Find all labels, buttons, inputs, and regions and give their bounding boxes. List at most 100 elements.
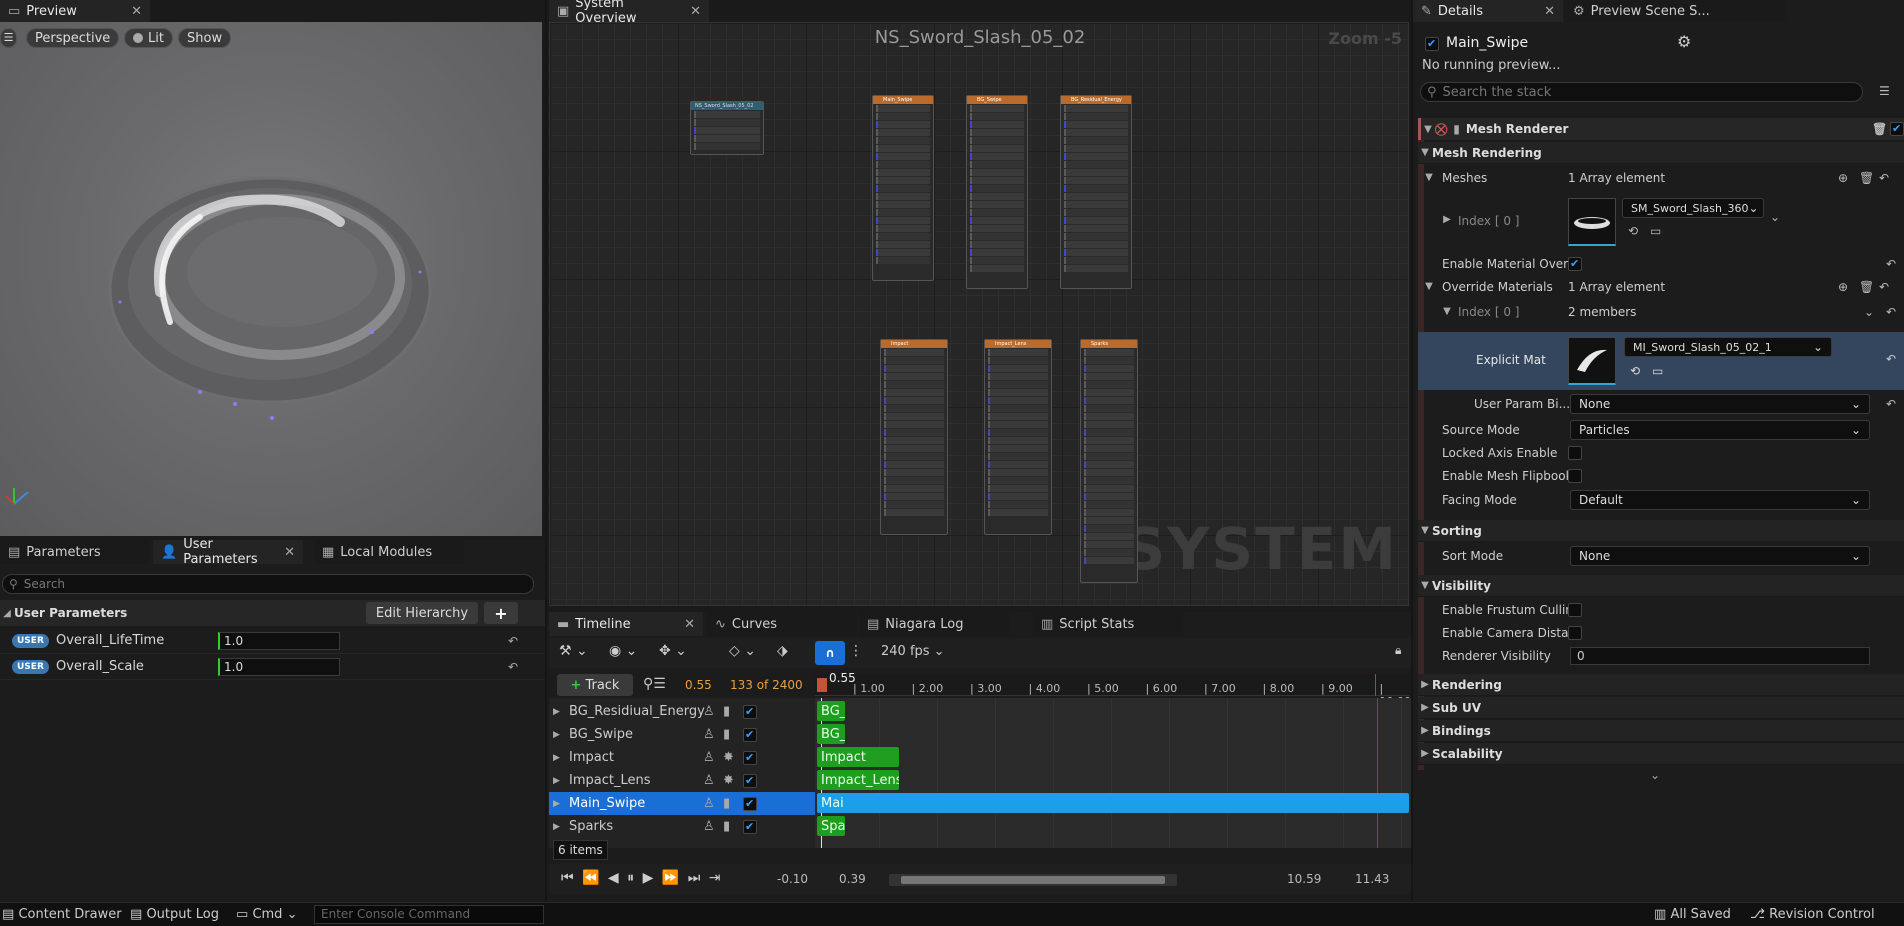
close-icon[interactable]: ✕ — [690, 4, 701, 19]
material-thumbnail[interactable] — [1568, 337, 1616, 385]
track-enabled-checkbox[interactable] — [743, 704, 757, 719]
emitter-node-impact-lens[interactable]: Impact_Lens — [984, 339, 1052, 535]
reset-icon[interactable]: ↶ — [1879, 280, 1889, 294]
track-enabled-checkbox[interactable] — [743, 796, 757, 811]
expand-arrow-icon[interactable]: ▶ — [553, 799, 560, 809]
track-enabled-checkbox[interactable] — [743, 819, 757, 834]
tab-script-stats[interactable]: ▥ Script Stats — [1033, 612, 1183, 636]
content-drawer-button[interactable]: ▤ Content Drawer — [2, 907, 122, 922]
collapse-arrow-icon[interactable]: ▼ — [1440, 306, 1454, 317]
timeline-track-row[interactable]: ▶ Sparks ♙ ▮ — [549, 815, 815, 838]
chevron-down-icon[interactable]: ⌄ — [1864, 305, 1874, 319]
reset-icon[interactable]: ↶ — [1879, 171, 1889, 185]
param-value-field[interactable]: 1.0 — [218, 631, 340, 650]
reset-icon[interactable]: ↶ — [1886, 352, 1896, 366]
person-icon[interactable]: ♙ — [703, 819, 715, 834]
emitter-node-main-swipe[interactable]: Main_Swipe — [872, 95, 934, 281]
param-search-input[interactable]: ⚲ Search — [2, 574, 534, 594]
timeline-track-row[interactable]: ▶ Impact ♙ ✸ — [549, 746, 815, 769]
expand-arrow-icon[interactable]: ▶ — [553, 822, 560, 832]
tab-user-parameters[interactable]: 👤 User Parameters ✕ — [153, 537, 303, 567]
person-icon[interactable]: ♙ — [703, 796, 715, 811]
timeline-track-row[interactable]: ▶ Impact_Lens ♙ ✸ — [549, 769, 815, 792]
emitter-timeline-bar[interactable]: Spa — [817, 816, 845, 836]
track-enabled-checkbox[interactable] — [743, 773, 757, 788]
param-row[interactable]: USER Overall_Scale 1.0 ↶ — [0, 654, 545, 680]
expand-arrow-icon[interactable]: ▶ — [553, 730, 560, 740]
track-enabled-checkbox[interactable] — [743, 727, 757, 742]
tab-preview[interactable]: ▭ Preview ✕ — [0, 0, 150, 22]
lit-button[interactable]: Lit — [124, 28, 173, 48]
transform-icon[interactable]: ✥ ⌄ — [659, 643, 687, 659]
current-time[interactable]: 0.55 — [685, 678, 712, 692]
timeline-scrollbar[interactable] — [889, 874, 1177, 886]
tab-preview-scene-settings[interactable]: ⚙ Preview Scene S... — [1565, 0, 1785, 22]
renderer-icon[interactable]: ▮ — [723, 704, 730, 719]
folder-icon[interactable]: ▭ — [1650, 224, 1661, 238]
delete-icon[interactable]: 🗑︎ — [1872, 122, 1887, 136]
revision-control-button[interactable]: ⎇ Revision Control — [1750, 907, 1875, 922]
transport-controls-icon[interactable]: ⏮ ⏪ ◀ ⏸ ▶ ⏩ ⏭ ⇥ — [561, 870, 722, 886]
bindings-section[interactable]: ▶ Bindings — [1418, 720, 1904, 742]
scrollbar-thumb[interactable] — [901, 876, 1165, 884]
mesh-asset-dropdown[interactable]: SM_Sword_Slash_360 ⌄ — [1622, 198, 1764, 218]
chevron-down-icon[interactable]: ⌄ — [1770, 210, 1780, 224]
emitter-timeline-bar[interactable]: Mai — [817, 793, 1409, 813]
tab-parameters[interactable]: ▤ Parameters — [0, 540, 150, 564]
view-end[interactable]: 10.59 — [1287, 872, 1321, 886]
emitter-enabled-checkbox[interactable] — [1425, 37, 1439, 51]
time-ruler[interactable]: 0.55 | 1.00 | 2.00 | 3.00 | 4.00 | 5.00 | 6.0… — [815, 671, 1411, 708]
output-log-button[interactable]: ▤ Output Log — [130, 907, 219, 922]
renderer-icon[interactable]: ✸ — [723, 750, 734, 765]
reset-icon[interactable]: ↶ — [508, 634, 518, 648]
collapse-arrow-icon[interactable]: ◢ — [0, 608, 14, 619]
filter-search-icon[interactable]: ⚲☰ — [643, 676, 666, 692]
renderer-icon[interactable]: ✸ — [723, 773, 734, 788]
eye-icon[interactable]: ◉ ⌄ — [609, 643, 637, 659]
more-icon[interactable]: ⋮ — [849, 643, 863, 659]
sort-mode-dropdown[interactable]: None ⌄ — [1570, 545, 1870, 566]
console-input[interactable]: Enter Console Command — [314, 905, 544, 924]
renderer-enabled-checkbox[interactable] — [1890, 122, 1904, 136]
close-icon[interactable]: ✕ — [284, 545, 295, 560]
expand-arrow-icon[interactable]: ▶ — [553, 776, 560, 786]
auto-key-icon[interactable]: ⬗ — [777, 643, 788, 659]
collapse-arrow-icon[interactable]: ▼ — [1421, 124, 1435, 135]
collapse-arrow-icon[interactable]: ▼ — [1422, 281, 1436, 292]
add-parameter-button[interactable]: + — [484, 602, 518, 624]
material-asset-dropdown[interactable]: MI_Sword_Slash_05_02_1 ⌄ — [1624, 337, 1832, 357]
mesh-thumbnail[interactable] — [1568, 198, 1616, 246]
timeline-track-row[interactable]: ▶ BG_Residiual_Energy ♙ ▮ — [549, 700, 815, 723]
emitter-node-bg-swipe[interactable]: BG_Swipe — [966, 95, 1028, 289]
expand-arrow-icon[interactable]: ▶ — [1440, 214, 1454, 225]
expand-arrow-icon[interactable]: ▶ — [1418, 702, 1432, 713]
emitter-timeline-bar[interactable]: Impact — [817, 747, 899, 767]
renderer-visibility-field[interactable]: 0 — [1570, 646, 1870, 665]
visibility-section[interactable]: ▼ Visibility — [1418, 575, 1904, 597]
viewport-options-button[interactable]: ☰ — [0, 28, 17, 48]
frustum-culling-checkbox[interactable] — [1568, 602, 1582, 617]
add-element-icon[interactable]: ⊕ — [1838, 171, 1848, 185]
add-element-icon[interactable]: ⊕ — [1838, 280, 1848, 294]
person-icon[interactable]: ♙ — [703, 750, 715, 765]
sub-uv-section[interactable]: ▶ Sub UV — [1418, 697, 1904, 719]
close-icon[interactable]: ✕ — [1544, 4, 1555, 19]
expand-arrow-icon[interactable]: ▶ — [1418, 748, 1432, 759]
tab-curves[interactable]: ∿ Curves — [707, 612, 857, 636]
camera-distance-checkbox[interactable] — [1568, 625, 1582, 640]
emitter-timeline-bar[interactable]: BG_ — [817, 701, 845, 721]
param-value-field[interactable]: 1.0 — [218, 657, 340, 676]
renderer-icon[interactable]: ▮ — [723, 796, 730, 811]
close-icon[interactable]: ✕ — [131, 4, 142, 19]
range-end[interactable]: 11.43 — [1355, 872, 1389, 886]
timeline-track-row[interactable]: ▶ BG_Swipe ♙ ▮ — [549, 723, 815, 746]
browse-icon[interactable]: ⟲ — [1628, 224, 1638, 238]
system-node[interactable]: NS_Sword_Slash_05_02 — [690, 101, 764, 155]
facing-mode-dropdown[interactable]: Default ⌄ — [1570, 489, 1870, 510]
show-button[interactable]: Show — [178, 28, 232, 48]
mesh-rendering-section[interactable]: ▼ Mesh Rendering — [1418, 142, 1904, 164]
emitter-timeline-bar[interactable]: BG_ — [817, 724, 845, 744]
range-start[interactable]: -0.10 — [777, 872, 808, 886]
enable-material-override-checkbox[interactable] — [1568, 256, 1582, 271]
collapse-arrow-icon[interactable]: ▼ — [1418, 147, 1432, 158]
